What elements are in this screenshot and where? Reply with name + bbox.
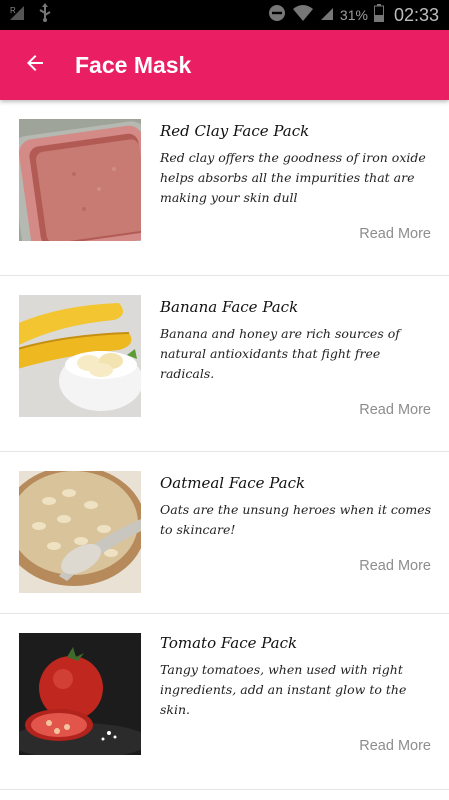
battery-icon — [373, 3, 384, 27]
arrow-left-icon — [23, 51, 47, 79]
app-bar: Face Mask — [0, 30, 449, 100]
usb-icon — [38, 2, 52, 28]
no-signal-icon: R — [8, 4, 30, 27]
oatmeal-bowl-image — [19, 471, 141, 593]
list-item[interactable]: Red Clay Face Pack Red clay offers the g… — [0, 100, 449, 276]
svg-text:R: R — [10, 6, 16, 15]
item-title: Banana Face Pack — [160, 298, 299, 316]
read-more-link[interactable]: Read More — [359, 226, 431, 242]
item-description: Red clay offers the goodness of iron oxi… — [160, 150, 426, 205]
page-title: Face Mask — [75, 51, 192, 78]
red-clay-powder-image — [19, 119, 141, 241]
read-more-link[interactable]: Read More — [359, 558, 431, 574]
item-title: Red Clay Face Pack — [160, 122, 310, 140]
do-not-disturb-icon — [268, 4, 286, 27]
face-pack-list: Red Clay Face Pack Red clay offers the g… — [0, 100, 449, 800]
read-more-link[interactable]: Read More — [359, 402, 431, 418]
list-item[interactable]: Tomato Face Pack Tangy tomatoes, when us… — [0, 614, 449, 790]
item-description: Tangy tomatoes, when used with right ing… — [160, 662, 407, 717]
item-description: Banana and honey are rich sources of nat… — [160, 326, 400, 381]
item-description: Oats are the unsung heroes when it comes… — [160, 502, 432, 537]
wifi-icon — [292, 4, 314, 27]
read-more-link[interactable]: Read More — [359, 738, 431, 754]
list-item[interactable]: Oatmeal Face Pack Oats are the unsung he… — [0, 452, 449, 614]
clock: 02:33 — [393, 4, 439, 25]
status-bar-left: R — [8, 2, 52, 28]
tomato-image — [19, 633, 141, 755]
item-title: Tomato Face Pack — [160, 634, 298, 652]
status-bar-right: 31% 02:33 — [268, 3, 439, 27]
banana-slices-image — [19, 295, 141, 417]
back-button[interactable] — [0, 30, 70, 100]
battery-percent: 31% — [339, 7, 368, 23]
status-bar: R 31% 02:33 — [0, 0, 449, 30]
list-item[interactable]: Banana Face Pack Banana and honey are ri… — [0, 276, 449, 452]
cell-signal-icon — [320, 5, 334, 26]
item-title: Oatmeal Face Pack — [160, 474, 306, 492]
